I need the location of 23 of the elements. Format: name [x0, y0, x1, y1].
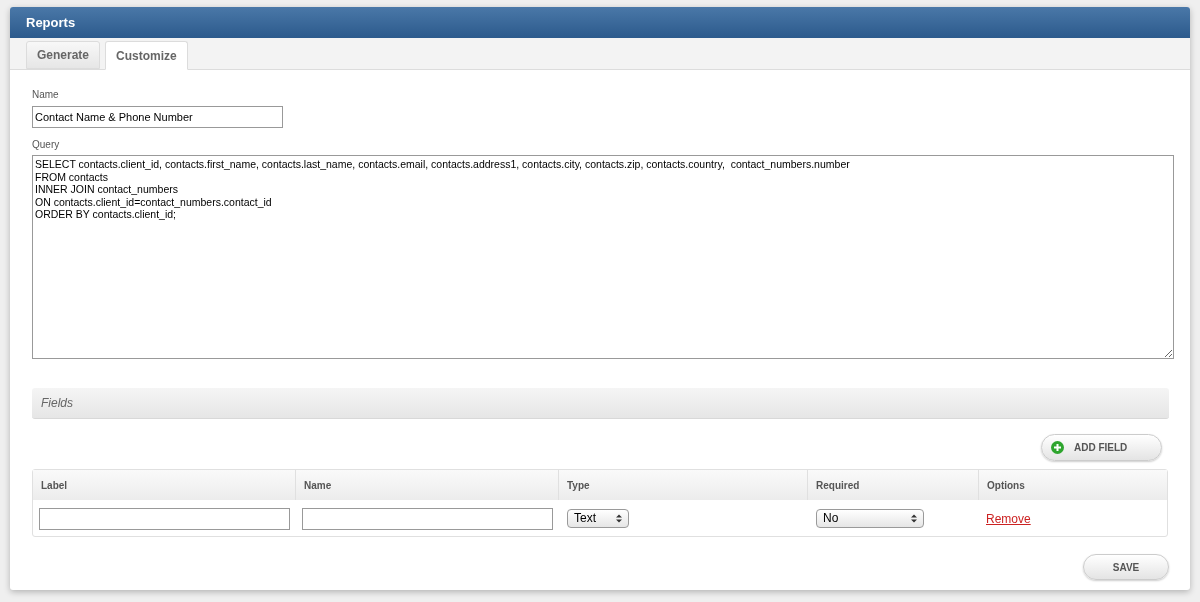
fields-section-title: Fields — [41, 395, 73, 412]
add-field-button[interactable]: ADD FIELD — [1041, 434, 1162, 461]
remove-link[interactable]: Remove — [986, 512, 1031, 526]
column-header: Options — [986, 478, 1026, 493]
name-label: Name — [32, 88, 60, 102]
tab[interactable]: Customize — [105, 41, 188, 70]
save-button[interactable]: SAVE — [1083, 554, 1169, 580]
tab[interactable]: Generate — [26, 41, 101, 69]
label-input[interactable] — [39, 508, 290, 530]
required-select[interactable]: No — [816, 508, 924, 528]
plus-icon — [1051, 441, 1064, 454]
query-label: Query — [32, 138, 61, 152]
column-header: Label — [33, 470, 296, 500]
column-header: Required — [808, 470, 979, 500]
name-field[interactable]: Contact Name & Phone Number — [32, 106, 283, 128]
updown-arrows-icon — [616, 513, 622, 523]
name-input[interactable] — [302, 508, 553, 530]
column-header: Type — [559, 470, 808, 500]
column-header: Name — [296, 470, 559, 500]
query-field[interactable]: SELECT contacts.client_id, contacts.first_name, contacts.last_name, contacts.email, contacts.address1, contacts.city, contacts.zip, contacts.country, contact_numbers.number FROM contacts INNER JOIN contact_numbers ON contacts.client_id=contact_numbers.contact_id ORDER BY contacts.client_id; — [32, 155, 1174, 359]
panel-title: Reports — [26, 13, 76, 32]
type-select[interactable]: Text — [567, 508, 629, 528]
updown-arrows-icon — [911, 513, 917, 523]
